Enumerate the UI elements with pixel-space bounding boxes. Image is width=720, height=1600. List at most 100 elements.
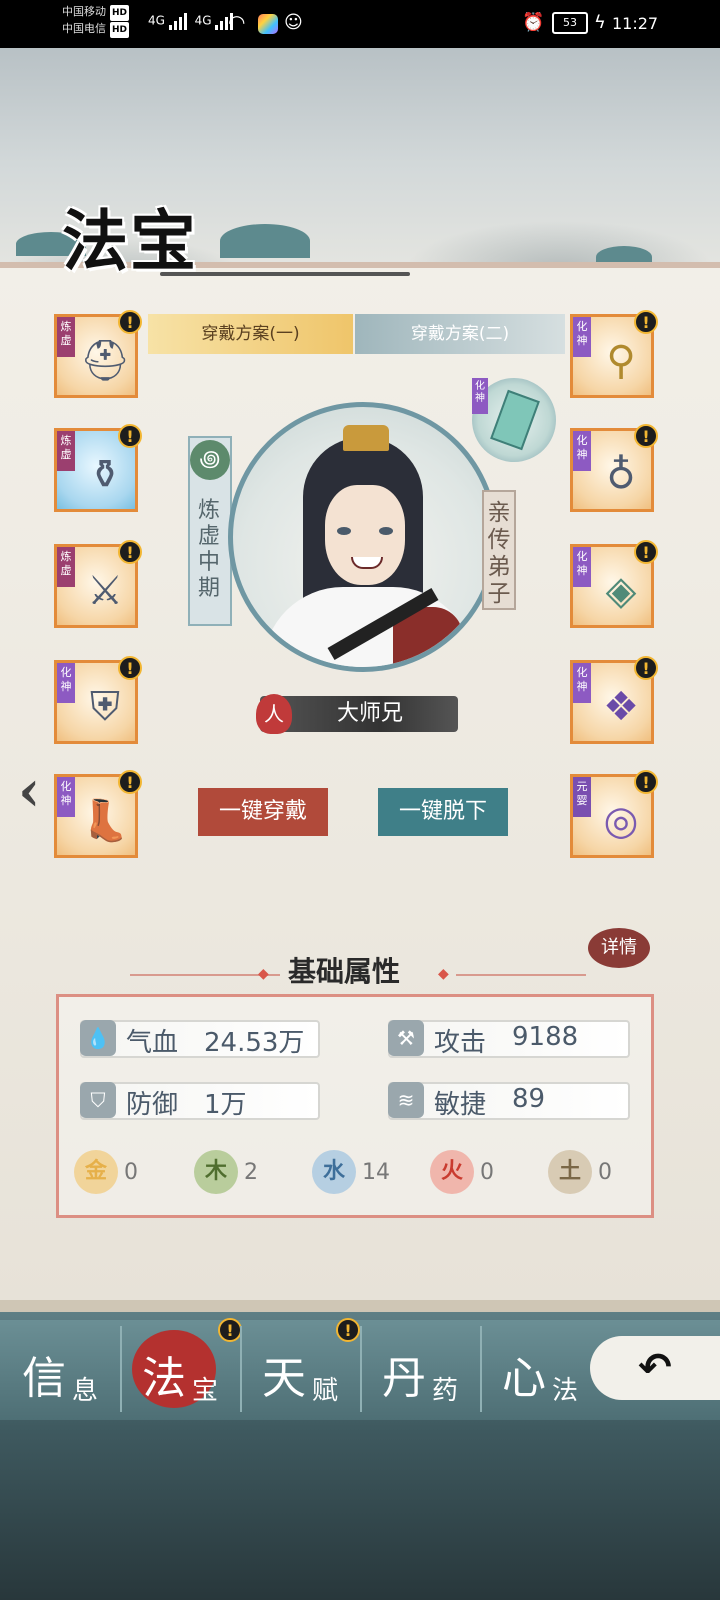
unequip-all-button[interactable]: 一键脱下 <box>378 788 508 836</box>
alert-badge-icon: ! <box>634 424 658 448</box>
nav-info-big: 信 <box>22 1353 66 1404</box>
realm-label: 炼虚中期 <box>197 498 220 601</box>
stats-title: 基础属性 <box>288 955 401 988</box>
attack-label: 攻击 <box>434 1028 487 1058</box>
nav-separator <box>480 1326 482 1412</box>
nav-technique[interactable]: 心 法 <box>484 1322 600 1418</box>
alert-badge-icon: ! <box>118 770 142 794</box>
slot-tier-label: 化神 <box>57 777 75 817</box>
alert-badge-icon: ! <box>634 656 658 680</box>
talisman-icon <box>490 389 540 451</box>
hp-value: 24.53万 <box>204 1028 305 1058</box>
nav-alert-badge-icon: ! <box>218 1318 242 1342</box>
armor-icon: ⛨ <box>90 684 120 730</box>
wifi-icon: ◠ <box>228 10 246 34</box>
back-button[interactable]: ↶ <box>590 1336 720 1400</box>
alert-badge-icon: ! <box>634 540 658 564</box>
battery-icon: 53 <box>552 12 588 34</box>
ring-icon: ◎ <box>603 798 639 844</box>
necklace-icon: ♁ <box>606 452 636 498</box>
character-name: 大师兄 <box>336 701 403 726</box>
hp-drop-icon: 💧 <box>80 1020 116 1056</box>
nav-pill[interactable]: 丹 药 <box>364 1322 480 1418</box>
signal-group: 4G 4G <box>148 12 237 30</box>
boots-icon: 👢 <box>80 798 130 844</box>
title-underline <box>160 272 410 276</box>
element-wood-icon: 木 <box>194 1150 238 1194</box>
paper-bottom-edge <box>0 1300 720 1312</box>
slot-tier-label: 化神 <box>573 431 591 471</box>
alert-badge-icon: ! <box>634 310 658 334</box>
nav-technique-small: 法 <box>552 1376 579 1406</box>
alert-badge-icon: ! <box>118 424 142 448</box>
hd-badge-2: HD <box>110 22 130 38</box>
jade-icon: ◈ <box>605 568 637 614</box>
hp-label: 气血 <box>126 1028 179 1058</box>
talisman-slot[interactable]: 化神 <box>472 378 556 462</box>
sword-icon: ⚔ <box>87 568 123 614</box>
element-fire-value: 0 <box>480 1160 494 1185</box>
back-arrow-icon: ↶ <box>638 1345 672 1391</box>
slot-tier-label: 炼虚 <box>57 547 75 587</box>
race-badge: 人 <box>256 694 292 734</box>
tab-plan-1[interactable]: 穿戴方案(一) <box>148 314 353 354</box>
portrait-crown <box>343 425 389 451</box>
agility-label: 敏捷 <box>434 1090 487 1120</box>
defense-label: 防御 <box>126 1090 179 1120</box>
carrier-1: 中国移动 <box>62 5 106 18</box>
net-type-2: 4G <box>194 13 212 28</box>
belt-icon: ❖ <box>603 684 639 730</box>
slot-tier-label: 化神 <box>57 663 75 703</box>
helmet-icon: ⛑ <box>79 338 131 384</box>
status-bar: 中国移动 HD 中国电信 HD 4G 4G ◠ ☺ ⏰ 53 ϟ 11:27 <box>0 0 720 48</box>
alert-badge-icon: ! <box>118 310 142 334</box>
cauldron-icon: ⚱ <box>88 452 122 498</box>
element-metal-icon: 金 <box>74 1150 118 1194</box>
slot-tier-label: 化神 <box>573 547 591 587</box>
title-line-right <box>456 974 586 976</box>
previous-character-arrow-icon[interactable]: ‹ <box>18 758 40 824</box>
slot-tier-label: 炼虚 <box>57 317 75 357</box>
disciple-title: 亲传弟子 <box>487 500 511 607</box>
portrait-eye <box>337 527 351 535</box>
clock: 11:27 <box>612 14 659 33</box>
carrier-info: 中国移动 HD 中国电信 HD <box>62 4 130 38</box>
alarm-icon: ⏰ <box>522 12 545 33</box>
nav-treasure-big: 法 <box>142 1353 186 1404</box>
nav-pill-small: 药 <box>432 1376 459 1406</box>
attack-icon: ⚒ <box>388 1020 424 1056</box>
nav-separator <box>240 1326 242 1412</box>
nav-talent-big: 天 <box>262 1353 306 1404</box>
nav-treasure-small: 宝 <box>192 1376 219 1406</box>
alert-badge-icon: ! <box>118 656 142 680</box>
cloud-decoration-mid <box>220 224 310 258</box>
slot-tier-label: 炼虚 <box>57 431 75 471</box>
nav-pill-big: 丹 <box>382 1353 426 1404</box>
portrait-eye <box>379 527 393 535</box>
qq-icon: ☺ <box>284 12 303 33</box>
detail-button[interactable]: 详情 <box>588 928 650 968</box>
talisman-tier-label: 化神 <box>472 378 488 414</box>
element-fire-icon: 火 <box>430 1150 474 1194</box>
element-earth-value: 0 <box>598 1160 612 1185</box>
stat-def <box>80 1082 320 1120</box>
signal-icon <box>168 12 191 30</box>
nav-info[interactable]: 信 息 <box>4 1322 120 1418</box>
page-title: 法宝 <box>62 202 198 280</box>
element-wood-value: 2 <box>244 1160 258 1185</box>
attack-value: 9188 <box>512 1022 579 1052</box>
element-metal-value: 0 <box>124 1160 138 1185</box>
charging-icon: ϟ <box>594 12 606 33</box>
net-type-1: 4G <box>148 13 165 28</box>
alert-badge-icon: ! <box>118 540 142 564</box>
element-water-value: 14 <box>362 1160 390 1185</box>
wind-icon: ≋ <box>388 1082 424 1118</box>
equip-all-button[interactable]: 一键穿戴 <box>198 788 328 836</box>
slot-tier-label: 元婴 <box>573 777 591 817</box>
shield-icon: ⛉ <box>80 1082 116 1118</box>
character-portrait[interactable] <box>228 402 498 672</box>
stat-atk <box>388 1020 630 1058</box>
tab-plan-2[interactable]: 穿戴方案(二) <box>355 314 565 354</box>
realm-swirl-icon: ꩜ <box>190 440 230 480</box>
element-earth-icon: 土 <box>548 1150 592 1194</box>
